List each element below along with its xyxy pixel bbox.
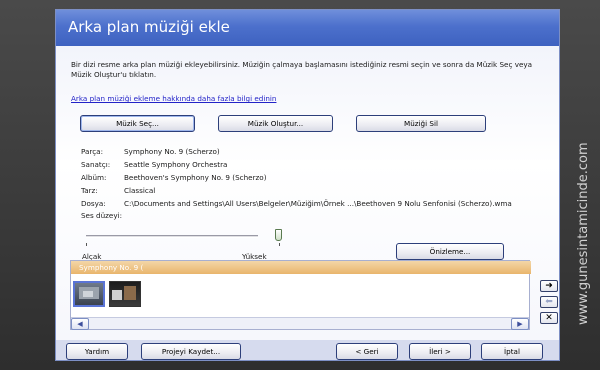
volume-slider-thumb[interactable] bbox=[275, 229, 282, 241]
music-clip-label: Symphony No. 9 ( bbox=[79, 263, 144, 272]
delete-music-button[interactable]: Müziği Sil bbox=[356, 115, 486, 132]
site-watermark: www.gunesintamicinde.com bbox=[576, 142, 591, 325]
track-genre-value: Classical bbox=[124, 186, 156, 195]
wizard-header: Arka plan müziği ekle bbox=[56, 10, 559, 46]
track-artist-value: Seattle Symphony Orchestra bbox=[124, 160, 228, 169]
next-button[interactable]: İleri > bbox=[409, 343, 471, 360]
track-file-value: C:\Documents and Settings\All Users\Belg… bbox=[124, 199, 512, 208]
track-part-value: Symphony No. 9 (Scherzo) bbox=[124, 147, 220, 156]
watermark-text: www.gunesintamicinde.com bbox=[576, 142, 591, 325]
help-button[interactable]: Yardım bbox=[66, 343, 128, 360]
page-title: Arka plan müziği ekle bbox=[68, 18, 230, 36]
wizard-window: Arka plan müziği ekle Bir dizi resme ark… bbox=[55, 9, 560, 361]
move-forward-icon[interactable]: ➜ bbox=[540, 280, 558, 292]
description-text: Bir dizi resme arka plan müziği ekleyebi… bbox=[71, 60, 533, 79]
save-project-button[interactable]: Projeyi Kaydet... bbox=[141, 343, 241, 360]
wizard-footer: Yardım Projeyi Kaydet... < Geri İleri > … bbox=[56, 340, 559, 360]
picture-thumbnail-selected[interactable] bbox=[73, 281, 105, 307]
cancel-button[interactable]: İptal bbox=[481, 343, 543, 360]
storyboard-timeline: Symphony No. 9 ( ◀ ▶ bbox=[70, 260, 531, 330]
photo-icon bbox=[112, 286, 136, 300]
content-panel: Bir dizi resme arka plan müziği ekleyebi… bbox=[56, 46, 559, 340]
back-button[interactable]: < Geri bbox=[336, 343, 398, 360]
slider-tick bbox=[279, 243, 280, 246]
scroll-right-icon[interactable]: ▶ bbox=[511, 318, 529, 330]
help-link[interactable]: Arka plan müziği ekleme hakkında daha fa… bbox=[71, 94, 276, 103]
track-album-value: Beethoven's Symphony No. 9 (Scherzo) bbox=[124, 173, 267, 182]
remove-icon[interactable]: ✕ bbox=[540, 312, 558, 324]
slider-tick bbox=[86, 243, 87, 246]
music-clip-tab[interactable]: Symphony No. 9 ( bbox=[71, 261, 531, 274]
timeline-scrollbar[interactable]: ◀ ▶ bbox=[71, 317, 529, 330]
volume-label: Ses düzeyi: bbox=[81, 211, 122, 220]
move-back-icon[interactable]: ⬅ bbox=[540, 296, 558, 308]
picture-thumbnail[interactable] bbox=[109, 281, 141, 307]
create-music-button[interactable]: Müzik Oluştur... bbox=[218, 115, 333, 132]
preview-button[interactable]: Önizleme... bbox=[396, 243, 504, 260]
select-music-button[interactable]: Müzik Seç... bbox=[80, 115, 195, 132]
volume-slider-track[interactable] bbox=[86, 235, 258, 238]
scroll-left-icon[interactable]: ◀ bbox=[71, 318, 89, 330]
photo-icon bbox=[79, 287, 99, 299]
